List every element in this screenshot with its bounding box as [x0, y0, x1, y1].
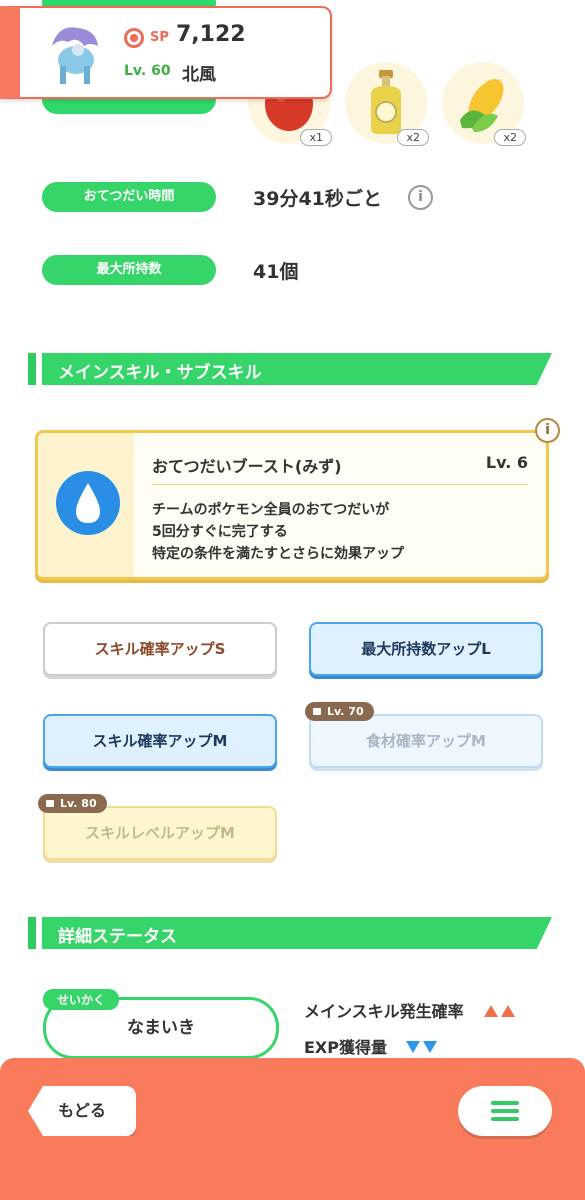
- ingredient-corn: x2: [442, 62, 526, 146]
- nature-up-label: メインスキル発生確率: [304, 1002, 464, 1021]
- sub-skill-button-locked[interactable]: 食材確率アップM: [309, 714, 543, 768]
- sub-skill-button[interactable]: スキル確率アップS: [43, 622, 277, 676]
- lock-icon: [313, 708, 321, 715]
- lock-badge: Lv. 80: [38, 794, 107, 813]
- section-header-details: 詳細ステータス: [28, 917, 552, 949]
- back-button[interactable]: もどる: [28, 1086, 136, 1136]
- bottom-nav-bar: もどる: [0, 1058, 585, 1200]
- lock-icon: [46, 800, 54, 807]
- menu-icon: [491, 1109, 519, 1113]
- pokemon-header-card[interactable]: SP 7,122 Lv. 60 北風: [0, 6, 332, 99]
- ingredient-oil: x2: [345, 62, 429, 146]
- nature-up-effect: メインスキル発生確率: [304, 998, 516, 1022]
- pokemon-name: 北風: [182, 65, 216, 85]
- sub-skill-button[interactable]: 最大所持数アップL: [309, 622, 543, 676]
- nature-down-label: EXP獲得量: [304, 1038, 387, 1057]
- nature-down-effect: EXP獲得量: [304, 1034, 437, 1058]
- water-drop-icon: [56, 471, 120, 535]
- main-skill-description: チームのポケモン全員のおてつだいが 5回分すぐに完了する 特定の条件を満たすとさ…: [152, 499, 404, 565]
- sp-label: SP: [150, 30, 169, 45]
- section-title: メインスキル・サブスキル: [58, 363, 262, 383]
- sp-value: 7,122: [176, 22, 246, 47]
- skill-icon-area: [38, 433, 134, 577]
- section-header-skills: メインスキル・サブスキル: [28, 353, 552, 385]
- main-skill-name: おてつだいブースト(みず): [152, 457, 342, 476]
- section-accent-bar: [28, 917, 36, 949]
- sub-skill-button-locked[interactable]: スキルレベルアップM: [43, 806, 277, 860]
- desc-line: 特定の条件を満たすとさらに効果アップ: [152, 546, 404, 562]
- lock-level: Lv. 70: [327, 705, 364, 718]
- pokemon-portrait-icon: [52, 27, 98, 84]
- arrow-down-icon: [403, 1038, 437, 1057]
- desc-line: チームのポケモン全員のおてつだいが: [152, 502, 390, 518]
- stat-value-max-carry: 41個: [253, 261, 299, 283]
- lock-badge: Lv. 70: [305, 702, 374, 721]
- stat-label-help-time: おてつだい時間: [42, 182, 216, 212]
- main-skill-card[interactable]: おてつだいブースト(みず) Lv. 6 チームのポケモン全員のおてつだいが 5回…: [35, 430, 549, 580]
- section-title: 詳細ステータス: [58, 927, 177, 947]
- ingredient-count: x2: [397, 129, 429, 146]
- nature-tag: せいかく: [43, 989, 120, 1010]
- stat-label-max-carry: 最大所持数: [42, 255, 216, 285]
- ingredient-count: x2: [494, 129, 526, 146]
- ingredient-count: x1: [300, 129, 332, 146]
- sp-ball-icon: [124, 28, 144, 48]
- desc-line: 5回分すぐに完了する: [152, 524, 288, 540]
- menu-icon: [491, 1101, 519, 1105]
- main-skill-level: Lv. 6: [485, 453, 528, 472]
- section-accent-bar: [28, 353, 36, 385]
- menu-icon: [491, 1117, 519, 1121]
- divider: [152, 484, 528, 485]
- pokemon-level: Lv. 60: [124, 63, 171, 79]
- info-icon[interactable]: i: [408, 185, 433, 210]
- sub-skill-button[interactable]: スキル確率アップM: [43, 714, 277, 768]
- menu-button[interactable]: [458, 1086, 552, 1136]
- skill-info-icon[interactable]: i: [535, 418, 560, 443]
- lock-level: Lv. 80: [60, 797, 97, 810]
- arrow-up-icon: [481, 1002, 516, 1021]
- stat-value-help-time: 39分41秒ごと: [253, 188, 382, 210]
